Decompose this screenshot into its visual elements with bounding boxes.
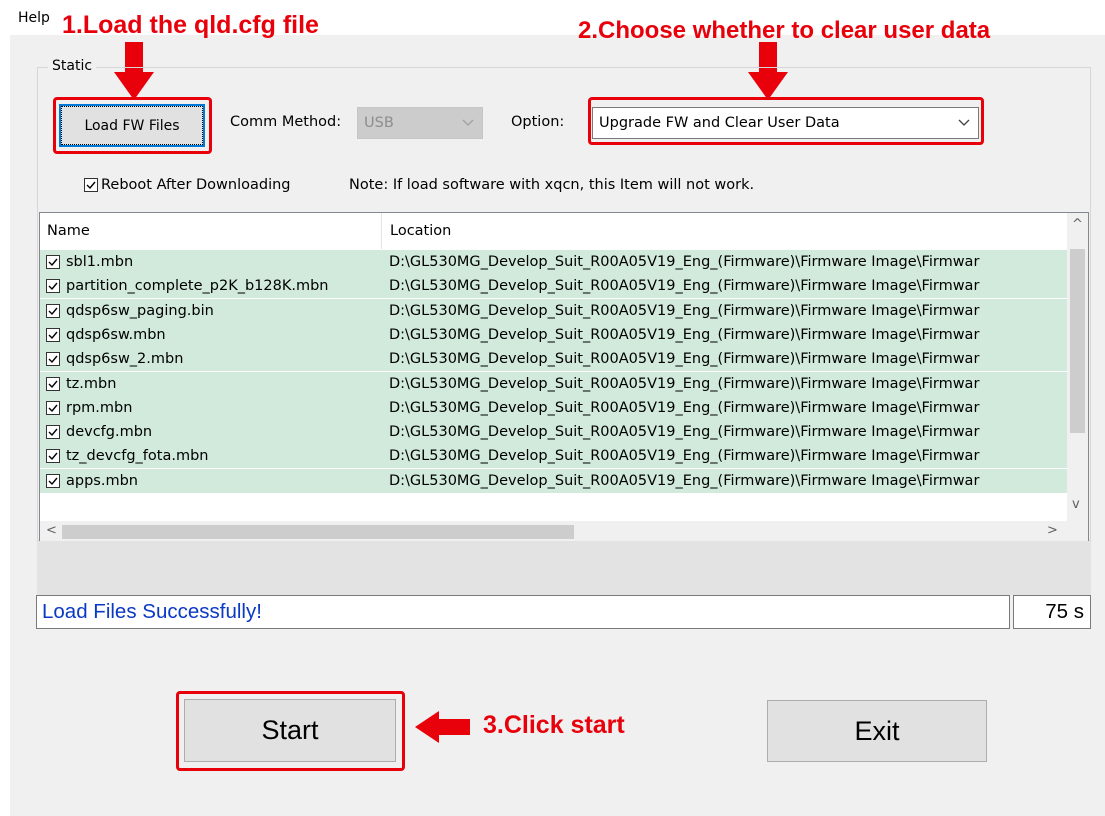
row-location: D:\GL530MG_Develop_Suit_R00A05V19_Eng_(F… xyxy=(389,351,980,368)
row-filename: qdsp6sw_paging.bin xyxy=(66,302,214,319)
table-row[interactable]: qdsp6sw_2.mbn D:\GL530MG_Develop_Suit_R00… xyxy=(40,347,1067,372)
chevron-down-icon xyxy=(462,119,474,126)
horizontal-scrollbar[interactable]: < > xyxy=(40,521,1088,543)
row-name-cell: rpm.mbn xyxy=(46,396,132,420)
comm-method-label: Comm Method: xyxy=(230,114,342,130)
row-name-cell: apps.mbn xyxy=(46,469,138,493)
load-fw-files-button[interactable]: Load FW Files xyxy=(59,104,205,147)
chevron-down-icon xyxy=(958,119,970,126)
start-button[interactable]: Start xyxy=(184,699,396,762)
reboot-checkbox[interactable]: Reboot After Downloading xyxy=(84,177,291,193)
table-row[interactable]: tz.mbn D:\GL530MG_Develop_Suit_R00A05V19_… xyxy=(40,371,1067,396)
option-select[interactable]: Upgrade FW and Clear User Data xyxy=(592,107,979,139)
groupbox-label: Static xyxy=(48,58,97,74)
row-location: D:\GL530MG_Develop_Suit_R00A05V19_Eng_(F… xyxy=(389,448,980,465)
table-row[interactable]: tz_devcfg_fota.mbn D:\GL530MG_Develop_Sui… xyxy=(40,444,1067,469)
row-checkbox[interactable] xyxy=(46,400,60,415)
vertical-scrollbar[interactable]: ^ v xyxy=(1067,213,1088,521)
comm-method-value: USB xyxy=(364,115,394,131)
row-filename: partition_complete_p2K_b128K.mbn xyxy=(66,278,329,295)
status-message: Load Files Successfully! xyxy=(36,595,1010,629)
row-checkbox[interactable] xyxy=(46,255,60,269)
row-name-cell: sbl1.mbn xyxy=(46,250,133,274)
table-row[interactable]: apps.mbn D:\GL530MG_Develop_Suit_R00A05V1… xyxy=(40,468,1067,493)
row-filename: sbl1.mbn xyxy=(66,254,134,270)
row-location: D:\GL530MG_Develop_Suit_R00A05V19_Eng_(F… xyxy=(389,399,980,416)
exit-button[interactable]: Exit xyxy=(767,700,987,762)
checkbox-icon xyxy=(84,178,98,192)
note-text: Note: If load software with xqcn, this I… xyxy=(349,177,755,193)
row-checkbox[interactable] xyxy=(46,352,60,367)
row-name-cell: qdsp6sw_paging.bin xyxy=(46,299,214,323)
comm-method-select[interactable]: USB xyxy=(357,107,483,139)
file-list-table[interactable]: Name Location sbl1.mbn D:\GL530MG_Develop… xyxy=(39,212,1089,544)
row-name-cell: qdsp6sw_2.mbn xyxy=(46,347,183,371)
column-header-location[interactable]: Location xyxy=(383,213,1067,249)
row-filename: tz.mbn xyxy=(66,375,117,392)
scroll-up-icon[interactable]: ^ xyxy=(1072,217,1083,232)
row-checkbox[interactable] xyxy=(46,449,60,464)
row-name-cell: partition_complete_p2K_b128K.mbn xyxy=(46,274,328,298)
vertical-scroll-thumb[interactable] xyxy=(1070,249,1085,433)
row-filename: apps.mbn xyxy=(66,472,138,489)
table-row[interactable]: qdsp6sw_paging.bin D:\GL530MG_Develop_Sui… xyxy=(40,298,1067,323)
reboot-label: Reboot After Downloading xyxy=(101,177,291,193)
progress-area xyxy=(37,541,1091,595)
annotation-step1: 1.Load the qld.cfg file xyxy=(62,11,319,39)
option-value: Upgrade FW and Clear User Data xyxy=(599,115,840,131)
horizontal-scroll-thumb[interactable] xyxy=(62,525,574,539)
table-row[interactable]: partition_complete_p2K_b128K.mbn D:\GL530… xyxy=(40,274,1067,299)
row-name-cell: tz_devcfg_fota.mbn xyxy=(46,444,208,468)
row-location: D:\GL530MG_Develop_Suit_R00A05V19_Eng_(F… xyxy=(389,278,980,295)
row-checkbox[interactable] xyxy=(46,425,60,440)
row-checkbox[interactable] xyxy=(46,327,60,342)
row-filename: qdsp6sw.mbn xyxy=(66,326,166,343)
annotation-step2: 2.Choose whether to clear user data xyxy=(578,17,991,44)
table-row[interactable]: qdsp6sw.mbn D:\GL530MG_Develop_Suit_R00A0… xyxy=(40,322,1067,347)
row-checkbox[interactable] xyxy=(46,473,60,488)
row-location: D:\GL530MG_Develop_Suit_R00A05V19_Eng_(F… xyxy=(389,472,980,489)
table-row[interactable]: devcfg.mbn D:\GL530MG_Develop_Suit_R00A05… xyxy=(40,420,1067,445)
scroll-left-icon[interactable]: < xyxy=(46,523,57,538)
row-location: D:\GL530MG_Develop_Suit_R00A05V19_Eng_(F… xyxy=(389,424,980,441)
load-button-label: Load FW Files xyxy=(84,117,180,134)
menu-help[interactable]: Help xyxy=(18,10,50,26)
row-location: D:\GL530MG_Develop_Suit_R00A05V19_Eng_(F… xyxy=(389,254,980,270)
row-filename: tz_devcfg_fota.mbn xyxy=(66,448,209,465)
row-checkbox[interactable] xyxy=(46,279,60,294)
row-filename: devcfg.mbn xyxy=(66,424,153,441)
row-name-cell: qdsp6sw.mbn xyxy=(46,323,166,347)
row-location: D:\GL530MG_Develop_Suit_R00A05V19_Eng_(F… xyxy=(389,375,980,392)
row-location: D:\GL530MG_Develop_Suit_R00A05V19_Eng_(F… xyxy=(389,302,980,319)
scroll-down-icon[interactable]: v xyxy=(1072,497,1080,512)
annotation-arrow-left-icon xyxy=(415,711,470,743)
option-label: Option: xyxy=(511,114,565,130)
row-checkbox[interactable] xyxy=(46,303,60,318)
row-location: D:\GL530MG_Develop_Suit_R00A05V19_Eng_(F… xyxy=(389,326,980,343)
scroll-right-icon[interactable]: > xyxy=(1047,523,1058,538)
row-filename: rpm.mbn xyxy=(66,399,133,416)
row-filename: qdsp6sw_2.mbn xyxy=(66,351,184,368)
row-name-cell: devcfg.mbn xyxy=(46,420,152,444)
row-name-cell: tz.mbn xyxy=(46,372,116,396)
elapsed-timer: 75 s xyxy=(1013,595,1091,629)
row-checkbox[interactable] xyxy=(46,376,60,391)
annotation-step3: 3.Click start xyxy=(483,711,625,739)
column-header-name[interactable]: Name xyxy=(40,213,382,249)
table-row[interactable]: sbl1.mbn D:\GL530MG_Develop_Suit_R00A05V1… xyxy=(40,250,1067,274)
table-row[interactable]: rpm.mbn D:\GL530MG_Develop_Suit_R00A05V19… xyxy=(40,395,1067,420)
